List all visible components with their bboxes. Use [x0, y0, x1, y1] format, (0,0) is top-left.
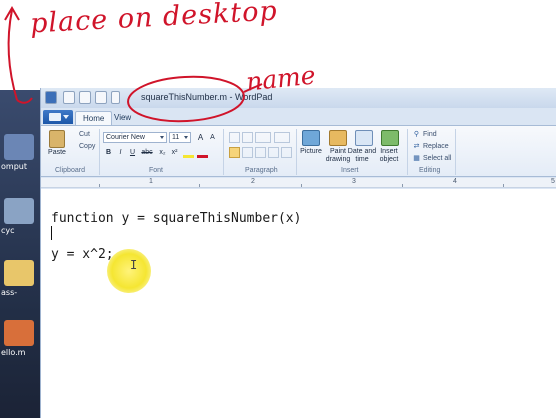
folder-icon[interactable] — [4, 260, 34, 286]
superscript-button[interactable]: x² — [169, 147, 180, 158]
subscript-button[interactable]: x₂ — [157, 147, 168, 158]
paste-icon[interactable] — [49, 130, 65, 148]
ruler-number: 1 — [149, 178, 153, 185]
file-menu-button[interactable] — [43, 110, 73, 124]
ruler-tick — [199, 184, 200, 187]
code-line-1[interactable]: function y = squareThisNumber(x) — [51, 211, 301, 226]
m-file-icon[interactable] — [4, 320, 34, 346]
text-caret — [51, 226, 52, 240]
font-family-select[interactable]: Courier New — [103, 132, 167, 143]
font-color-icon[interactable] — [197, 147, 208, 158]
desktop-label-computer: omput — [1, 162, 27, 171]
align-right-icon[interactable] — [255, 147, 266, 158]
increase-indent-icon[interactable] — [242, 132, 253, 143]
wordpad-window: squareThisNumber.m - WordPad Home View P… — [40, 88, 556, 418]
ruler-tick — [99, 184, 100, 187]
app-icon[interactable] — [45, 91, 57, 104]
ribbon: Paste Cut Copy Clipboard Courier New 11 … — [41, 125, 556, 177]
annotation-arrowhead — [4, 6, 20, 21]
ruler-number: 4 — [453, 178, 457, 185]
computer-icon[interactable] — [4, 134, 34, 160]
decrease-indent-icon[interactable] — [229, 132, 240, 143]
separator — [99, 129, 100, 175]
grow-font-button[interactable]: A — [195, 132, 206, 143]
date-time-button[interactable]: Date and time — [347, 148, 377, 164]
cut-button[interactable]: Cut — [79, 131, 90, 138]
line-spacing-icon[interactable] — [274, 132, 290, 143]
find-icon[interactable]: ⚲ — [411, 129, 422, 140]
group-font-label: Font — [149, 167, 164, 174]
annotation-arrow — [7, 9, 18, 101]
select-all-button[interactable]: Select all — [423, 155, 451, 162]
ruler-tick — [503, 184, 504, 187]
italic-button[interactable]: I — [115, 147, 126, 158]
select-all-icon[interactable]: ▦ — [411, 153, 422, 164]
chevron-down-icon — [184, 136, 188, 139]
separator — [223, 129, 224, 175]
code-line-2[interactable]: y = x^2; — [51, 247, 114, 262]
underline-button[interactable]: U — [127, 147, 138, 158]
save-icon[interactable] — [63, 91, 75, 104]
replace-button[interactable]: Replace — [423, 143, 449, 150]
find-button[interactable]: Find — [423, 131, 437, 138]
paint-drawing-icon[interactable] — [329, 130, 347, 146]
paragraph-settings-icon[interactable] — [281, 147, 292, 158]
screenshot: omput cyc ass- ello.m squareThisNumber.m… — [0, 0, 556, 418]
redo-icon[interactable] — [95, 91, 107, 104]
tab-view[interactable]: View — [107, 111, 138, 125]
font-family-value: Courier New — [106, 134, 145, 141]
font-size-select[interactable]: 11 — [169, 132, 191, 143]
file-menu-icon — [49, 113, 61, 121]
separator — [407, 129, 408, 175]
group-insert-label: Insert — [341, 167, 359, 174]
desktop-background: omput cyc ass- ello.m — [0, 90, 40, 418]
highlight-color-icon[interactable] — [183, 147, 194, 158]
date-time-icon[interactable] — [355, 130, 373, 146]
copy-button[interactable]: Copy — [79, 143, 95, 150]
ruler[interactable]: 1 2 3 4 5 — [41, 178, 556, 188]
recycle-bin-icon[interactable] — [4, 198, 34, 224]
annotation-place-note: place on desktop — [29, 0, 279, 40]
align-left-icon[interactable] — [229, 147, 240, 158]
group-paragraph-label: Paragraph — [245, 167, 278, 174]
separator — [455, 129, 456, 175]
group-clipboard-label: Clipboard — [55, 167, 85, 174]
paste-button[interactable]: Paste — [45, 149, 69, 157]
desktop-label-file: ello.m — [1, 348, 26, 357]
undo-icon[interactable] — [79, 91, 91, 104]
document-area[interactable]: function y = squareThisNumber(x) y = x^2… — [41, 189, 556, 418]
bold-button[interactable]: B — [103, 147, 114, 158]
font-size-value: 11 — [172, 134, 180, 141]
ruler-tick — [402, 184, 403, 187]
shrink-font-button[interactable]: A — [207, 132, 218, 143]
group-editing-label: Editing — [419, 167, 441, 174]
desktop-label-folder: ass- — [1, 288, 18, 297]
insert-object-icon[interactable] — [381, 130, 399, 146]
strikethrough-button[interactable]: abc — [139, 147, 155, 158]
align-center-icon[interactable] — [242, 147, 253, 158]
bullet-list-icon[interactable] — [255, 132, 271, 143]
ruler-tick — [301, 184, 302, 187]
replace-icon[interactable]: ⇄ — [411, 141, 422, 152]
ruler-number: 2 — [251, 178, 255, 185]
ruler-number: 5 — [551, 178, 555, 185]
chevron-down-icon — [160, 136, 164, 139]
justify-icon[interactable] — [268, 147, 279, 158]
ribbon-tabs: Home View — [41, 108, 556, 125]
ibeam-cursor-icon: I — [130, 258, 138, 272]
picture-icon[interactable] — [302, 130, 320, 146]
chevron-down-icon — [63, 115, 69, 119]
ruler-number: 3 — [352, 178, 356, 185]
insert-object-button[interactable]: Insert object — [374, 148, 404, 164]
desktop-label-recycle: cyc — [1, 226, 15, 235]
customize-qat-icon[interactable] — [111, 91, 120, 104]
